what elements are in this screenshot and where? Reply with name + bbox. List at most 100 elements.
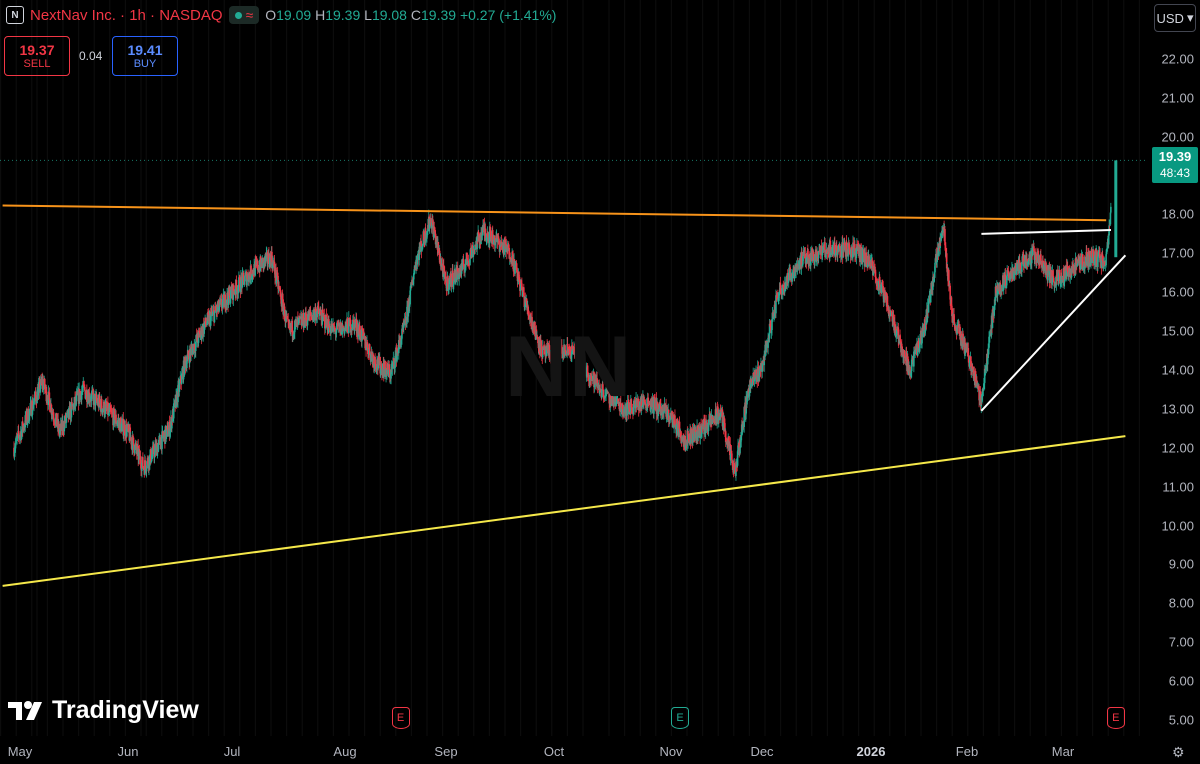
time-tick-label: Jun (117, 744, 139, 759)
time-tick-label: Nov (659, 744, 683, 759)
earnings-marker-icon[interactable]: E (1106, 707, 1125, 729)
symbol-title[interactable]: NextNav Inc. · 1h · NASDAQ (30, 7, 223, 24)
trendline-orange (2, 204, 1107, 222)
session-shade (920, 0, 922, 736)
chevron-down-icon: ▾ (1186, 10, 1194, 25)
session-shade (254, 0, 256, 736)
price-tick-label: 11.00 (1162, 479, 1194, 495)
price-tick-label: 9.00 (1168, 556, 1194, 572)
session-shade (426, 0, 428, 736)
session-shade (145, 0, 147, 736)
session-shade (748, 0, 750, 736)
price-tick-label: 16.00 (1161, 284, 1194, 300)
candle-body (428, 224, 431, 229)
candle-body (1110, 206, 1112, 213)
price-tick-label: 20.00 (1161, 129, 1194, 145)
session-shade (364, 0, 366, 736)
market-status-pill[interactable]: ≈ (228, 6, 260, 24)
low-value: 19.08 (371, 7, 407, 23)
session-shade (702, 0, 704, 736)
session-shade (161, 0, 163, 736)
session-shade (15, 0, 17, 736)
session-shade (733, 0, 735, 736)
price-tick-label: 14.00 (1161, 362, 1194, 378)
time-tick-label: Jul (223, 744, 241, 759)
price-tick-label: 18.00 (1161, 206, 1194, 222)
time-tick-label: Sep (434, 744, 458, 759)
bar-countdown: 48:43 (1159, 166, 1191, 180)
time-tick-label: Dec (750, 744, 774, 759)
last-price: 19.39 (1158, 149, 1192, 164)
currency-selector[interactable]: USD ▾ (1154, 4, 1196, 32)
settings-icon[interactable]: ⚙ (1172, 744, 1185, 761)
session-shade (1092, 0, 1094, 736)
high-value: 19.39 (325, 7, 361, 23)
session-shade (62, 0, 64, 736)
session-shade (998, 0, 1000, 736)
candle-body (1107, 235, 1110, 245)
price-tick-label: 13.00 (1161, 401, 1194, 417)
session-shade (951, 0, 953, 736)
session-shade (1029, 0, 1031, 736)
session-shade (317, 0, 319, 736)
price-tick-label: 17.00 (1161, 245, 1194, 261)
sell-button[interactable]: 19.37 SELL (4, 36, 70, 76)
session-shade (780, 0, 782, 736)
session-shade (764, 0, 766, 736)
session-shade (1045, 0, 1047, 736)
session-shade (301, 0, 303, 736)
candle-body (481, 234, 483, 241)
session-shade (488, 0, 490, 736)
price-axis[interactable]: 22.00 21.00 20.00 18.00 17.00 16.00 15.00 14.00… (1148, 0, 1200, 736)
buy-label: BUY (133, 58, 157, 70)
price-tick-label: 8.00 (1168, 595, 1194, 611)
market-open-dot-icon (234, 11, 242, 19)
session-shade (670, 0, 672, 736)
time-tick-label: 2026 (856, 744, 886, 759)
price-tick-label: 7.00 (1168, 634, 1194, 650)
candle-body (489, 231, 492, 237)
last-candle (1114, 160, 1118, 258)
change-value: +0.27 (+1.41%) (459, 7, 557, 23)
candle-body (1105, 254, 1107, 266)
last-price-tag: 19.39 48:43 (1152, 147, 1198, 183)
session-shade (457, 0, 459, 736)
price-tick-label: 10.00 (1161, 518, 1194, 534)
candle-body (83, 387, 86, 391)
candle-body (256, 260, 259, 271)
price-tick-label: 6.00 (1168, 673, 1194, 689)
session-shade (223, 0, 225, 736)
time-tick-label: Feb (955, 744, 979, 759)
price-tick-label: 5.00 (1168, 712, 1194, 728)
session-shade (842, 0, 844, 736)
session-shade (0, 0, 2, 736)
session-shade (858, 0, 860, 736)
company-logo-icon[interactable]: N (6, 6, 24, 24)
buy-button[interactable]: 19.41 BUY (112, 36, 178, 76)
session-shade (36, 0, 38, 736)
candle-body (986, 357, 989, 365)
session-shade (982, 0, 984, 736)
open-value: 19.09 (276, 7, 312, 23)
candle-body (309, 311, 312, 315)
session-shade (873, 0, 875, 736)
time-axis[interactable]: May Jun Jul Aug Sep Oct Nov Dec 2026 Feb Mar (0, 736, 1148, 764)
candle-body (178, 382, 181, 392)
earnings-marker-icon[interactable]: E (671, 707, 690, 729)
chart-area[interactable]: NN N NextNav Inc. · 1h · NASDAQ ≈ O19.09… (0, 0, 1148, 736)
session-shade (1123, 0, 1125, 736)
session-shade (1060, 0, 1062, 736)
tradingview-logo[interactable]: TradingView (8, 696, 199, 725)
session-shade (124, 0, 126, 736)
candle-body (1109, 212, 1112, 225)
session-shade (795, 0, 797, 736)
session-shade (1076, 0, 1078, 736)
session-shade (1107, 0, 1109, 736)
earnings-marker-icon[interactable]: E (391, 707, 410, 729)
session-shade (208, 0, 210, 736)
close-value: 19.39 (421, 7, 457, 23)
time-tick-label: Mar (1051, 744, 1075, 759)
candle-body (144, 460, 147, 466)
session-shade (1138, 0, 1140, 736)
session-shade (109, 0, 111, 736)
